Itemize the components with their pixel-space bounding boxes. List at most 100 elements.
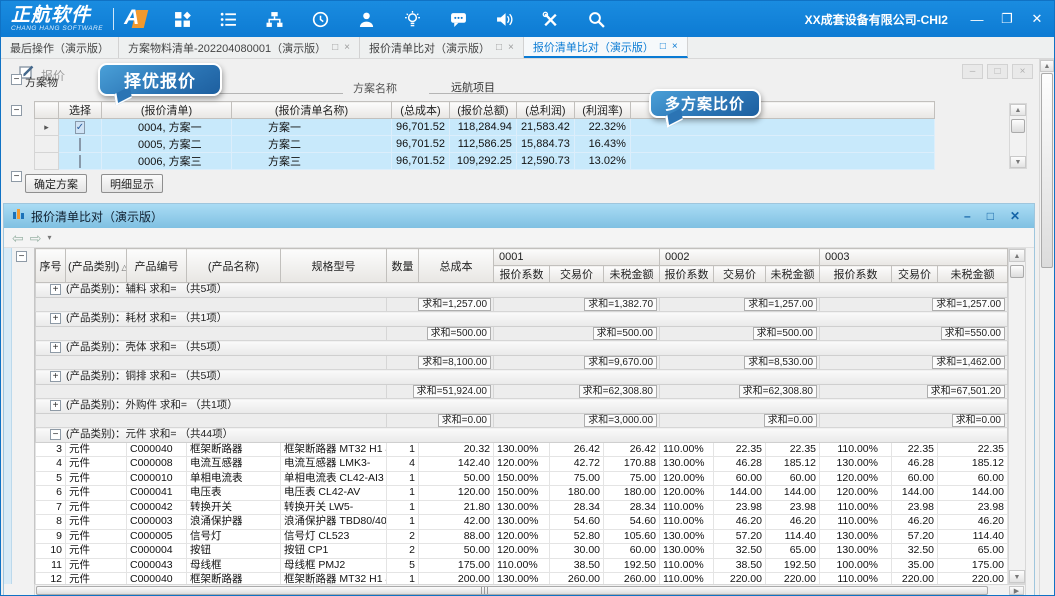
scheme-group-header[interactable]: 0001	[494, 249, 660, 266]
compare-vertical-scrollbar[interactable]: ▲ ▼	[1008, 248, 1026, 584]
collapse-box-icon[interactable]: −	[16, 251, 27, 262]
quote-scheme-row[interactable]: ▸✓0004, 方案一方案一96,701.52118,284.9421,583.…	[35, 119, 935, 136]
maximize-button[interactable]: □	[987, 64, 1008, 79]
tab-close-icon[interactable]: ×	[508, 42, 514, 53]
checkbox-cell[interactable]	[59, 136, 102, 153]
scheme-sub-header[interactable]: 未税金额	[938, 266, 1008, 283]
collapse-box-icon[interactable]: −	[11, 105, 22, 116]
scroll-right-icon[interactable]: ▶	[1009, 586, 1024, 595]
scrollbar-thumb[interactable]	[36, 586, 988, 595]
column-header[interactable]: (总成本)	[392, 102, 450, 119]
scroll-up-icon[interactable]: ▲	[1010, 104, 1026, 116]
back-arrow-icon[interactable]: ⇦	[12, 231, 24, 245]
item-row[interactable]: 12元件C000040框架断路器框架断路器 MT32 H1 4P M1200.0…	[36, 573, 1008, 585]
column-header[interactable]: 总成本	[419, 249, 494, 283]
close-button[interactable]: ✕	[1022, 6, 1052, 32]
scheme-group-header[interactable]: 0003	[820, 249, 1008, 266]
tab-close-icon[interactable]: ×	[672, 41, 678, 52]
close-button[interactable]: ✕	[1010, 210, 1020, 222]
forward-arrow-icon[interactable]: ⇨	[30, 231, 42, 245]
column-header[interactable]: 产品编号	[127, 249, 187, 283]
scrollbar-thumb[interactable]	[1010, 265, 1024, 278]
item-row[interactable]: 7元件C000042转换开关转换开关 LW5-121.80130.00%28.3…	[36, 500, 1008, 515]
scheme-sub-header[interactable]: 报价系数	[660, 266, 714, 283]
column-header[interactable]: (报价总额)	[449, 102, 516, 119]
item-row[interactable]: 3元件C000040框架断路器框架断路器 MT32 H1 4P F120.321…	[36, 442, 1008, 457]
chat-icon[interactable]	[450, 11, 467, 28]
column-header[interactable]: (报价清单)	[102, 102, 232, 119]
expand-box-icon[interactable]: +	[50, 400, 61, 411]
item-row[interactable]: 6元件C000041电压表电压表 CL42-AV1120.00150.00%18…	[36, 486, 1008, 501]
outer-vertical-scrollbar[interactable]: ▲	[1039, 59, 1055, 596]
clock-icon[interactable]	[312, 11, 329, 28]
tab-3[interactable]: 报价清单比对（演示版）□×	[360, 37, 524, 58]
column-header[interactable]: 选择	[59, 102, 102, 119]
scheme-group-header[interactable]: 0002	[660, 249, 820, 266]
scheme-sub-header[interactable]: 报价系数	[820, 266, 892, 283]
group-row[interactable]: +(产品类别)：壳体 求和= （共5项）	[36, 341, 1008, 356]
item-row[interactable]: 4元件C000008电流互感器电流互感器 LMK3-4142.40120.00%…	[36, 457, 1008, 472]
org-chart-icon[interactable]	[266, 11, 283, 28]
list-icon[interactable]	[220, 11, 237, 28]
compare-horizontal-scrollbar[interactable]: ▶	[34, 584, 1026, 596]
scheme-sub-header[interactable]: 未税金额	[604, 266, 660, 283]
maximize-button[interactable]: ❐	[992, 6, 1022, 32]
scheme-sub-header[interactable]: 未税金额	[766, 266, 820, 283]
checkbox-icon[interactable]	[79, 155, 81, 168]
item-row[interactable]: 9元件C000005信号灯信号灯 CL523288.00120.00%52.80…	[36, 529, 1008, 544]
expand-box-icon[interactable]: +	[50, 371, 61, 382]
quote-scheme-row[interactable]: 0006, 方案三方案三96,701.52109,292.2512,590.73…	[35, 153, 935, 170]
speaker-icon[interactable]	[496, 11, 513, 28]
column-header[interactable]: (报价清单名称)	[232, 102, 392, 119]
tab-4[interactable]: 报价清单比对（演示版）□×	[524, 37, 688, 58]
item-row[interactable]: 10元件C000004按钮按钮 CP1250.00120.00%30.0060.…	[36, 544, 1008, 559]
maximize-button[interactable]: □	[987, 210, 994, 222]
tools-icon[interactable]	[542, 11, 559, 28]
tab-restore-icon[interactable]: □	[496, 42, 502, 53]
group-row[interactable]: +(产品类别)：辅料 求和= （共5项）	[36, 283, 1008, 298]
column-header[interactable]: 数量	[387, 249, 419, 283]
scroll-down-icon[interactable]: ▼	[1010, 156, 1026, 168]
collapse-box-icon[interactable]: −	[50, 429, 61, 440]
item-row[interactable]: 8元件C000003浪涌保护器浪涌保护器 TBD80/400142.00130.…	[36, 515, 1008, 530]
column-header[interactable]: (产品类别) △	[66, 249, 127, 283]
compare-panel-titlebar[interactable]: 报价清单比对（演示版） –□✕	[4, 204, 1034, 228]
group-row[interactable]: +(产品类别)：铜排 求和= （共5项）	[36, 370, 1008, 385]
scrollbar-thumb[interactable]	[1011, 119, 1025, 133]
scheme-sub-header[interactable]: 交易价	[714, 266, 766, 283]
scheme-sub-header[interactable]: 交易价	[892, 266, 938, 283]
minimize-button[interactable]: –	[964, 210, 971, 222]
scroll-up-icon[interactable]: ▲	[1040, 60, 1054, 72]
column-header[interactable]: 规格型号	[281, 249, 387, 283]
confirm-scheme-button[interactable]: 确定方案	[25, 174, 87, 193]
collapse-box-icon[interactable]: −	[11, 74, 22, 85]
minimize-button[interactable]: –	[962, 64, 983, 79]
idea-icon[interactable]	[404, 11, 421, 28]
checkbox-icon[interactable]	[79, 138, 81, 151]
scheme-sub-header[interactable]: 报价系数	[494, 266, 550, 283]
group-row[interactable]: −(产品类别)：元件 求和= （共44项）	[36, 428, 1008, 443]
tab-2[interactable]: 方案物料清单-202204080001（演示版）□×	[119, 37, 360, 58]
quote-scheme-row[interactable]: 0005, 方案二方案二96,701.52112,586.2515,884.73…	[35, 136, 935, 153]
item-row[interactable]: 11元件C000043母线框母线框 PMJ25175.00110.00%38.5…	[36, 558, 1008, 573]
apps-icon[interactable]	[174, 11, 191, 28]
search-icon[interactable]	[588, 11, 605, 28]
detail-display-button[interactable]: 明细显示	[101, 174, 163, 193]
column-header[interactable]: (利润率)	[574, 102, 630, 119]
expand-box-icon[interactable]: +	[50, 313, 61, 324]
group-row[interactable]: +(产品类别)：耗材 求和= （共1项）	[36, 312, 1008, 327]
checkbox-icon[interactable]: ✓	[75, 121, 85, 134]
user-icon[interactable]	[358, 11, 375, 28]
minimize-button[interactable]: —	[962, 6, 992, 32]
scheme-sub-header[interactable]: 交易价	[550, 266, 604, 283]
expand-box-icon[interactable]: +	[50, 342, 61, 353]
column-header[interactable]: 序号	[36, 249, 66, 283]
column-header[interactable]: (产品名称)	[187, 249, 281, 283]
tab-1[interactable]: 最后操作（演示版）	[1, 37, 119, 58]
tab-close-icon[interactable]: ×	[344, 42, 350, 53]
group-row[interactable]: +(产品类别)：外购件 求和= （共1项）	[36, 399, 1008, 414]
checkbox-cell[interactable]: ✓	[59, 119, 102, 136]
scroll-up-icon[interactable]: ▲	[1009, 249, 1025, 262]
scroll-down-icon[interactable]: ▼	[1009, 570, 1025, 583]
tab-restore-icon[interactable]: □	[660, 41, 666, 52]
